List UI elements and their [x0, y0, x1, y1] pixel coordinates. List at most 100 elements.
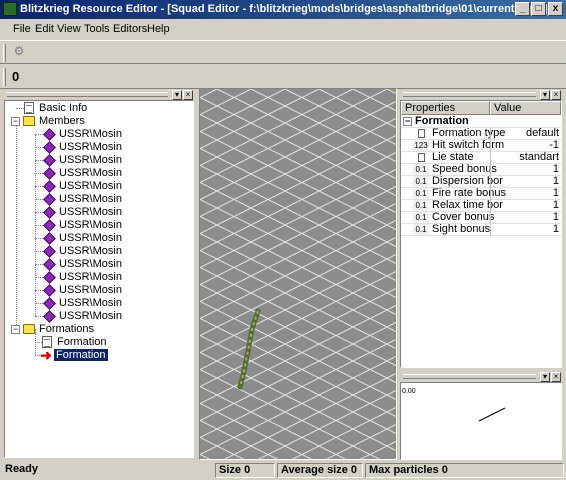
menu-view[interactable]: View	[57, 23, 81, 35]
tree-item-member[interactable]: USSR\Mosin	[5, 232, 193, 245]
folder-icon	[23, 324, 35, 334]
property-value[interactable]: 1	[491, 176, 559, 187]
unit-icon	[43, 258, 56, 271]
property-value[interactable]: 1	[491, 164, 559, 175]
title-bar[interactable]: Blitzkrieg Resource Editor - [Squad Edit…	[0, 0, 566, 19]
graph-panel-header: ▾ ×	[400, 372, 562, 382]
status-size: Size 0	[215, 463, 275, 478]
properties-grid[interactable]: Properties Value − Formation Formation t…	[400, 100, 562, 368]
tree-item-member[interactable]: USSR\Mosin	[5, 154, 193, 167]
numeric-type-icon: 0.1	[413, 176, 429, 187]
unit-icon	[43, 167, 56, 180]
numeric-type-icon: 0.1	[413, 224, 429, 235]
status-average-size: Average size 0	[277, 463, 363, 478]
panel-dropdown-icon[interactable]: ▾	[172, 90, 182, 100]
toolbar-tool-icon[interactable]: ⚙	[10, 44, 28, 62]
tree-item-member[interactable]: USSR\Mosin	[5, 310, 193, 323]
panel-dropdown-icon[interactable]: ▾	[540, 372, 550, 382]
tree-item-member[interactable]: USSR\Mosin	[5, 180, 193, 193]
minimize-button[interactable]: _	[515, 2, 530, 16]
value-header[interactable]: Value	[490, 101, 561, 115]
property-value[interactable]: -1	[491, 140, 559, 151]
property-row[interactable]: 0.1 Speed bonus 1	[401, 164, 561, 176]
collapse-icon[interactable]: −	[11, 325, 20, 334]
property-value[interactable]: standart	[491, 152, 559, 163]
panel-dropdown-icon[interactable]: ▾	[540, 90, 550, 100]
property-value[interactable]: 1	[491, 212, 559, 223]
tree-item-member[interactable]: USSR\Mosin	[5, 219, 193, 232]
property-value[interactable]: default	[491, 128, 559, 139]
property-row[interactable]: 0.1 Dispersion bor 1	[401, 176, 561, 188]
tree-item-members[interactable]: − Members	[5, 115, 193, 128]
tree-item-member[interactable]: USSR\Mosin	[5, 271, 193, 284]
unit-icon	[43, 245, 56, 258]
panel-close-icon[interactable]: ×	[551, 90, 561, 100]
property-row[interactable]: 0.1 Sight bonus 1	[401, 224, 561, 236]
unit-icon	[43, 128, 56, 141]
tree-item-member[interactable]: USSR\Mosin	[5, 206, 193, 219]
property-row[interactable]: 0.1 Cover bonus 1	[401, 212, 561, 224]
maximize-button[interactable]: □	[531, 2, 546, 16]
numeric-type-icon: 123	[413, 140, 429, 151]
unit-icon	[43, 219, 56, 232]
main-toolbar: ⚙	[0, 40, 566, 64]
properties-panel-header: ▾ ×	[400, 90, 562, 100]
toolbar-grip-2[interactable]	[3, 68, 6, 86]
numeric-type-icon: 0.1	[413, 164, 429, 175]
menu-help[interactable]: Help	[147, 23, 170, 35]
properties-header[interactable]: Properties	[401, 101, 490, 115]
red-arrow-icon: ➜	[40, 347, 52, 363]
status-bar: Ready Size 0 Average size 0 Max particle…	[0, 461, 566, 480]
menu-tools[interactable]: Tools	[84, 23, 110, 35]
property-value[interactable]: 1	[491, 200, 559, 211]
tree-item-formation-selected[interactable]: ➜ Formation	[5, 347, 193, 363]
property-value[interactable]: 1	[491, 188, 559, 199]
formation-viewport[interactable]	[199, 88, 397, 460]
unit-icon	[43, 154, 56, 167]
tree-item-member[interactable]: USSR\Mosin	[5, 193, 193, 206]
tree-item-basic-info[interactable]: Basic Info	[5, 102, 193, 115]
unit-icon	[43, 193, 56, 206]
numeric-type-icon: 0.1	[413, 188, 429, 199]
panel-close-icon[interactable]: ×	[183, 90, 193, 100]
menu-edit[interactable]: Edit	[35, 23, 54, 35]
menu-editors[interactable]: Editors	[113, 23, 147, 35]
tree-item-member[interactable]: USSR\Mosin	[5, 284, 193, 297]
document-icon	[413, 152, 429, 163]
squad-tree[interactable]: Basic Info − Members USSR\Mosin USSR\Mosi…	[4, 100, 194, 458]
unit-icon	[43, 141, 56, 154]
graph-line	[478, 407, 506, 422]
unit-icon	[43, 206, 56, 219]
unit-icon	[43, 284, 56, 297]
counter-value: 0	[12, 69, 20, 84]
unit-icon	[43, 310, 56, 323]
tree-item-formations[interactable]: − Formations	[5, 323, 193, 336]
property-value[interactable]: 1	[491, 224, 559, 235]
menu-bar: File Edit View Tools Editors Help	[0, 20, 566, 39]
status-max-particles: Max particles 0	[365, 463, 564, 478]
tree-item-member[interactable]: USSR\Mosin	[5, 167, 193, 180]
toolbar-grip[interactable]	[3, 44, 6, 62]
property-row[interactable]: 0.1 Relax time bor 1	[401, 200, 561, 212]
mini-graph[interactable]: 0.00	[400, 382, 562, 460]
unit-icon	[43, 232, 56, 245]
collapse-icon[interactable]: −	[11, 117, 20, 126]
property-row[interactable]: Formation type default	[401, 128, 561, 140]
tree-item-member[interactable]: USSR\Mosin	[5, 245, 193, 258]
document-icon	[413, 128, 429, 139]
collapse-icon[interactable]: −	[403, 117, 412, 126]
close-button[interactable]: x	[548, 2, 563, 16]
document-icon	[24, 102, 34, 114]
property-row[interactable]: 0.1 Fire rate bonus 1	[401, 188, 561, 200]
isometric-grid	[200, 89, 396, 459]
panel-close-icon[interactable]: ×	[551, 372, 561, 382]
unit-icon	[43, 180, 56, 193]
tree-item-formation[interactable]: Formation	[5, 336, 193, 349]
menu-file[interactable]: File	[13, 23, 31, 35]
folder-icon	[23, 116, 35, 126]
tree-item-member[interactable]: USSR\Mosin	[5, 128, 193, 141]
tree-item-member[interactable]: USSR\Mosin	[5, 141, 193, 154]
tree-item-member[interactable]: USSR\Mosin	[5, 258, 193, 271]
property-row[interactable]: Lie state standart	[401, 152, 561, 164]
tree-item-member[interactable]: USSR\Mosin	[5, 297, 193, 310]
